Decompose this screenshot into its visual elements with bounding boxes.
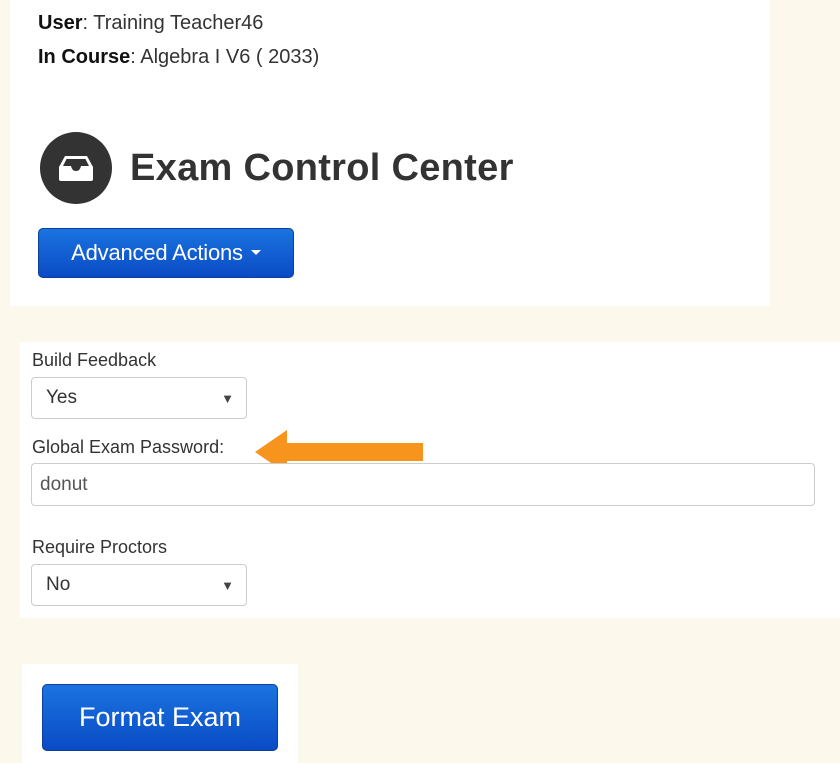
user-label: User: [38, 12, 83, 34]
course-value: Algebra I V6 ( 2033): [140, 46, 320, 68]
course-info: In Course: Algebra I V6 ( 2033): [38, 46, 320, 68]
inbox-tray-icon: [40, 132, 112, 204]
require-proctors-value: No: [46, 574, 71, 595]
caret-down-icon: [250, 249, 261, 255]
require-proctors-label: Require Proctors: [32, 537, 168, 557]
header-panel: User: Training Teacher46 In Course: Alge…: [10, 0, 770, 306]
build-feedback-value: Yes: [46, 387, 77, 408]
user-value: Training Teacher46: [93, 12, 264, 34]
title-row: Exam Control Center: [40, 130, 514, 206]
format-exam-button[interactable]: Format Exam: [42, 684, 278, 751]
global-password-input[interactable]: [31, 463, 815, 506]
build-feedback-label: Build Feedback: [32, 350, 157, 370]
global-password-label: Global Exam Password:: [32, 437, 225, 457]
require-proctors-select[interactable]: No ▼: [31, 564, 247, 606]
dropdown-arrow-icon: ▼: [221, 578, 234, 593]
build-feedback-select[interactable]: Yes ▼: [31, 377, 247, 419]
advanced-actions-button[interactable]: Advanced Actions: [38, 228, 294, 278]
advanced-actions-label: Advanced Actions: [71, 240, 243, 265]
course-label: In Course: [38, 46, 131, 68]
dropdown-arrow-icon: ▼: [221, 391, 234, 406]
page-title: Exam Control Center: [130, 146, 514, 189]
format-panel: Format Exam: [22, 664, 298, 763]
exam-settings-panel: Build Feedback Yes ▼ Global Exam Passwor…: [20, 342, 840, 618]
user-info: User: Training Teacher46: [38, 12, 264, 34]
